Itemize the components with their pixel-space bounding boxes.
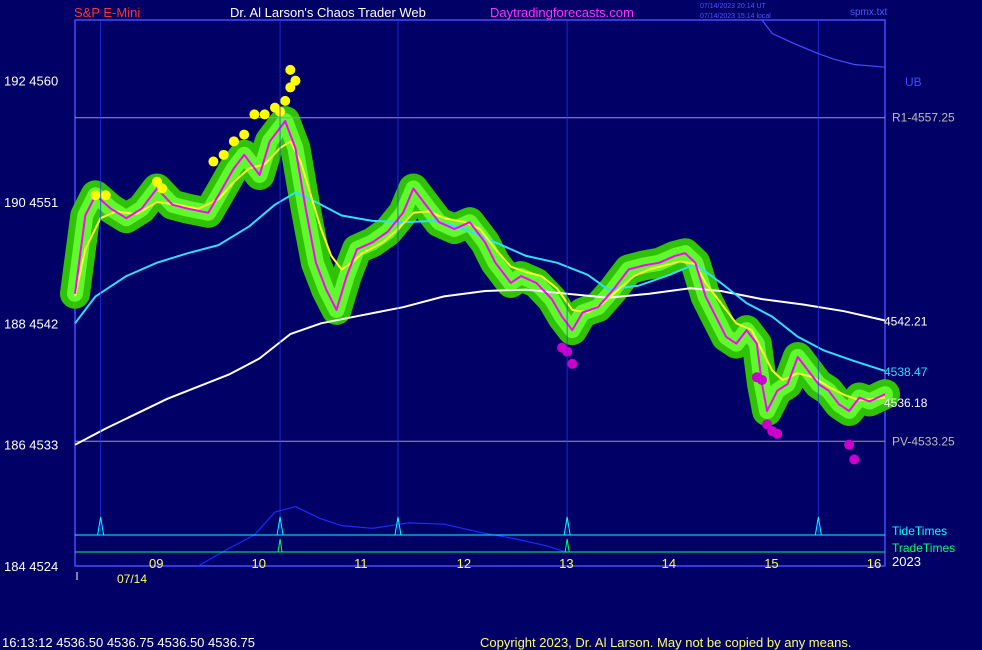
high-marker (208, 156, 219, 167)
year-label: 2023 (892, 554, 921, 569)
trade-times-label: TradeTimes (892, 541, 955, 555)
x-tick-label: 11 (354, 556, 368, 571)
low-marker (849, 454, 860, 465)
site-link[interactable]: Daytradingforecasts.com (490, 5, 634, 20)
quote-line: 16:13:12 4536.50 4536.75 4536.50 4536.75 (2, 635, 255, 650)
plot-frame (74, 19, 886, 567)
chart: R1-4557.25 PV-4533.25 192 4560 190 4551 188… (2, 3, 955, 650)
x-tick-label: 14 (662, 556, 676, 571)
x-tick-label: 13 (559, 556, 573, 571)
high-marker (280, 95, 291, 106)
time-markers (75, 20, 885, 553)
x-tick-label: 12 (457, 556, 471, 571)
high-marker (218, 149, 229, 160)
x-tick-label: 16 (867, 556, 881, 571)
high-marker (157, 183, 168, 194)
marker-layer (90, 64, 860, 465)
low-marker (756, 374, 767, 385)
timestamp-ut: 07/14/2023 20:14 UT (700, 3, 766, 10)
y-tick-label: 190 4551 (4, 195, 58, 210)
right-value-label: 4542.21 (884, 315, 928, 329)
series-line-ub (761, 19, 886, 68)
timestamp-local: 07/14/2023 15:14 local (700, 13, 771, 20)
low-marker (567, 358, 578, 369)
price-band-inner (67, 113, 893, 419)
high-marker (290, 75, 301, 86)
x-tick-label: 10 (252, 556, 266, 571)
right-value-label: 4536.18 (884, 396, 928, 410)
ub-label: UB (905, 75, 922, 89)
tide-times-label: TideTimes (892, 524, 947, 538)
y-tick-label: 192 4560 (4, 74, 58, 89)
level-label-r1: R1-4557.25 (892, 111, 955, 125)
high-marker (249, 109, 260, 120)
trade-time-spike (564, 538, 570, 553)
y-tick-label: 186 4533 (4, 438, 58, 453)
high-marker (259, 109, 270, 120)
high-marker (228, 136, 239, 147)
date-label: 07/14 (117, 572, 147, 586)
high-marker (100, 190, 111, 201)
trade-time-spike (277, 538, 283, 553)
high-marker (90, 190, 101, 201)
high-marker (239, 129, 250, 140)
x-tick-label: 15 (764, 556, 778, 571)
right-value-label: 4538.47 (884, 365, 928, 379)
header-title: Dr. Al Larson's Chaos Trader Web (230, 5, 426, 20)
symbol-label: S&P E-Mini (74, 5, 140, 20)
y-tick-label: 184 4524 (4, 559, 58, 574)
series-lines (74, 19, 886, 567)
copyright: Copyright 2023, Dr. Al Larson. May not b… (480, 635, 851, 650)
x-tick-label: 09 (149, 556, 163, 571)
level-label-pv: PV-4533.25 (892, 434, 955, 448)
low-marker (844, 439, 855, 450)
y-tick-label: 188 4542 (4, 316, 58, 331)
band-layer (60, 106, 900, 426)
axis-labels: 192 4560 190 4551 188 4542 186 4533 184 4524… (4, 74, 928, 580)
high-marker (285, 64, 296, 75)
file-name: spmx.txt (850, 7, 887, 18)
low-marker (772, 428, 783, 439)
